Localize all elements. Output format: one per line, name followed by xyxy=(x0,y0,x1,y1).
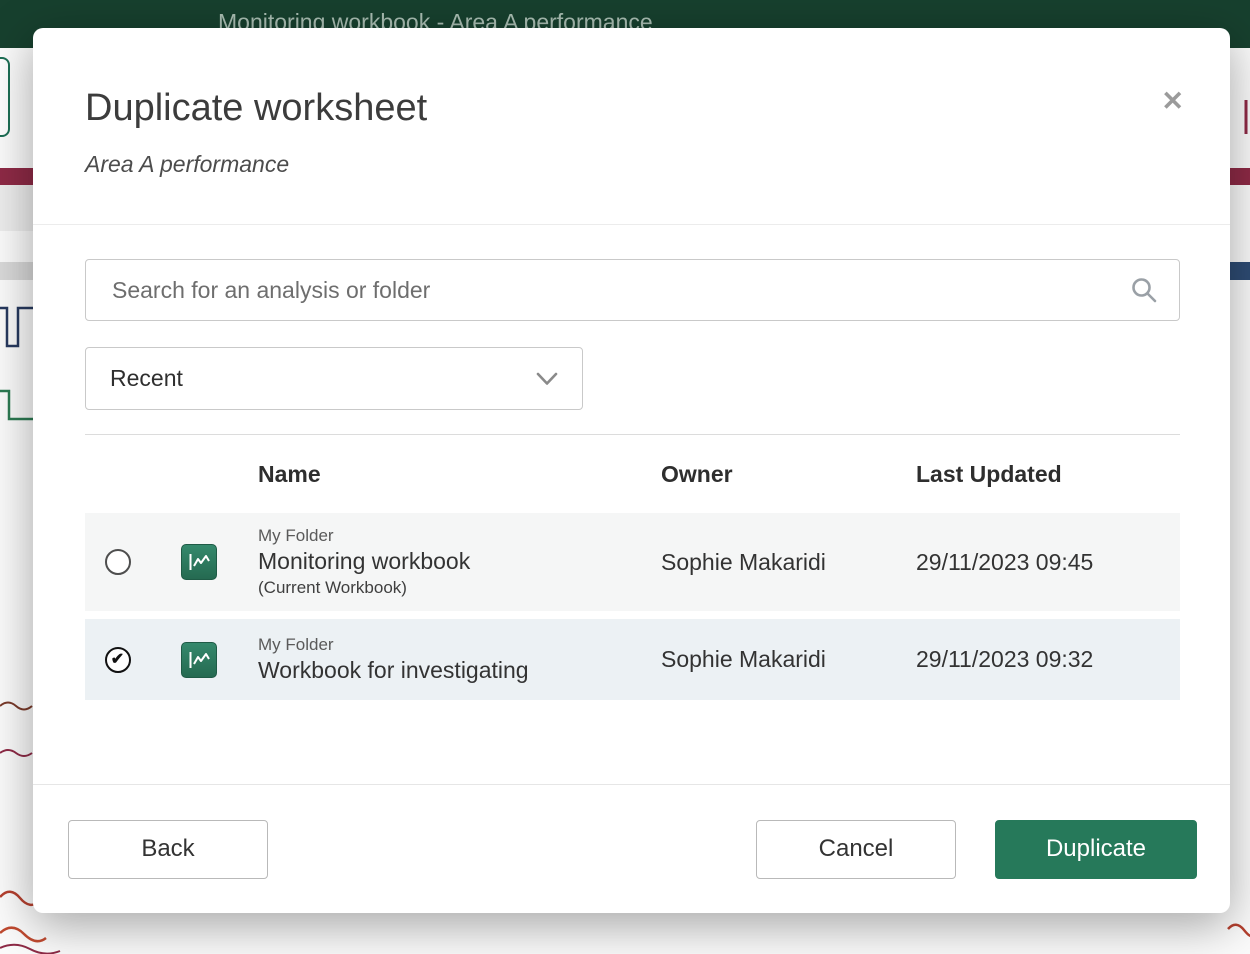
table-header-row: Name Owner Last Updated xyxy=(85,435,1180,513)
dialog-header: Duplicate worksheet Area A performance xyxy=(33,28,1230,224)
search-input[interactable] xyxy=(85,259,1180,321)
table-row[interactable]: ✔ My Folder Monitoring workbook (Current… xyxy=(85,513,1180,611)
column-header-name: Name xyxy=(258,461,661,488)
close-button[interactable]: ✕ xyxy=(1161,88,1184,115)
row-note: (Current Workbook) xyxy=(258,577,661,599)
check-icon: ✔ xyxy=(111,652,124,668)
table-row[interactable]: ✔ My Folder Workbook for investigating xyxy=(85,619,1180,700)
search-field xyxy=(85,259,1180,321)
cancel-button[interactable]: Cancel xyxy=(756,820,956,879)
sort-filter-dropdown[interactable]: Recent xyxy=(85,347,583,410)
workbook-icon xyxy=(181,544,217,580)
duplicate-worksheet-dialog: ✕ Duplicate worksheet Area A performance… xyxy=(33,28,1230,913)
bg-tab-edge xyxy=(0,57,10,137)
row-radio[interactable]: ✔ xyxy=(105,647,131,673)
column-header-last-updated: Last Updated xyxy=(916,461,1180,488)
row-workbook-name: Monitoring workbook xyxy=(258,547,661,577)
duplicate-button[interactable]: Duplicate xyxy=(995,820,1197,879)
dialog-subtitle: Area A performance xyxy=(85,150,1178,178)
row-workbook-name: Workbook for investigating xyxy=(258,656,661,686)
row-owner: Sophie Makaridi xyxy=(661,549,916,576)
row-last-updated: 29/11/2023 09:45 xyxy=(916,549,1180,576)
footer-right-group: Cancel Duplicate xyxy=(756,820,1197,879)
column-header-owner: Owner xyxy=(661,461,916,488)
row-folder: My Folder xyxy=(258,525,661,547)
close-icon: ✕ xyxy=(1161,86,1184,116)
row-folder: My Folder xyxy=(258,634,661,656)
dropdown-selected-value: Recent xyxy=(110,365,183,392)
back-button[interactable]: Back xyxy=(68,820,268,879)
row-last-updated: 29/11/2023 09:32 xyxy=(916,646,1180,673)
search-icon xyxy=(1130,276,1158,304)
dialog-title: Duplicate worksheet xyxy=(85,86,1178,130)
app-background: Monitoring workbook - Area A performance… xyxy=(0,0,1250,954)
row-owner: Sophie Makaridi xyxy=(661,646,916,673)
chevron-down-icon xyxy=(536,372,558,386)
dialog-body: Recent Name Owner Last Updated ✔ xyxy=(33,224,1230,784)
row-radio[interactable]: ✔ xyxy=(105,549,131,575)
workbook-icon xyxy=(181,642,217,678)
dialog-footer: Back Cancel Duplicate xyxy=(33,784,1230,913)
